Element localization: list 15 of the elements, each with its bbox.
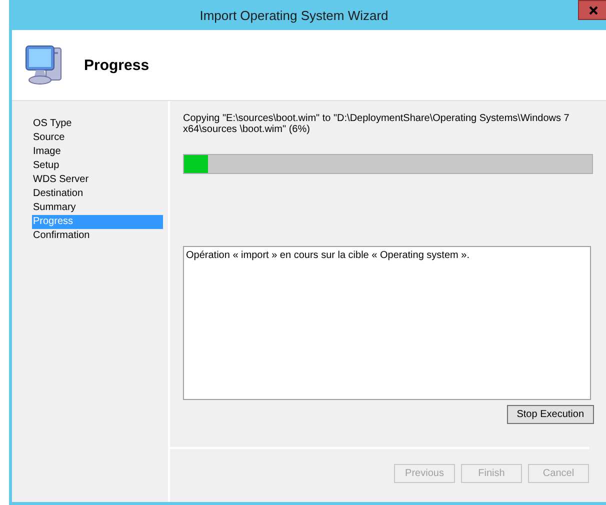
- window-title: Import Operating System Wizard: [200, 8, 388, 22]
- stop-execution-button[interactable]: Stop Execution: [506, 405, 594, 424]
- status-text: Copying "E:\sources\boot.wim" to "D:\DeploymentShare\Operating Systems\Windows 7 x64\sources \boot.wim" (6%): [182, 112, 570, 135]
- sidebar-item[interactable]: WDS Server: [32, 173, 163, 187]
- log-box[interactable]: Opération « import » en cours sur la cible « Operating system ».: [183, 246, 591, 400]
- sidebar-item[interactable]: Setup: [32, 159, 163, 173]
- close-button[interactable]: [578, 0, 606, 20]
- sidebar-item[interactable]: Source: [32, 131, 163, 145]
- page-title: Progress: [84, 56, 150, 74]
- sidebar-item[interactable]: Confirmation: [32, 229, 163, 243]
- sidebar-item[interactable]: Destination: [32, 187, 163, 201]
- close-icon: [588, 6, 598, 14]
- sidebar-item[interactable]: OS Type: [32, 117, 163, 131]
- sidebar-item[interactable]: Image: [32, 145, 163, 159]
- sidebar-item[interactable]: Summary: [32, 201, 163, 215]
